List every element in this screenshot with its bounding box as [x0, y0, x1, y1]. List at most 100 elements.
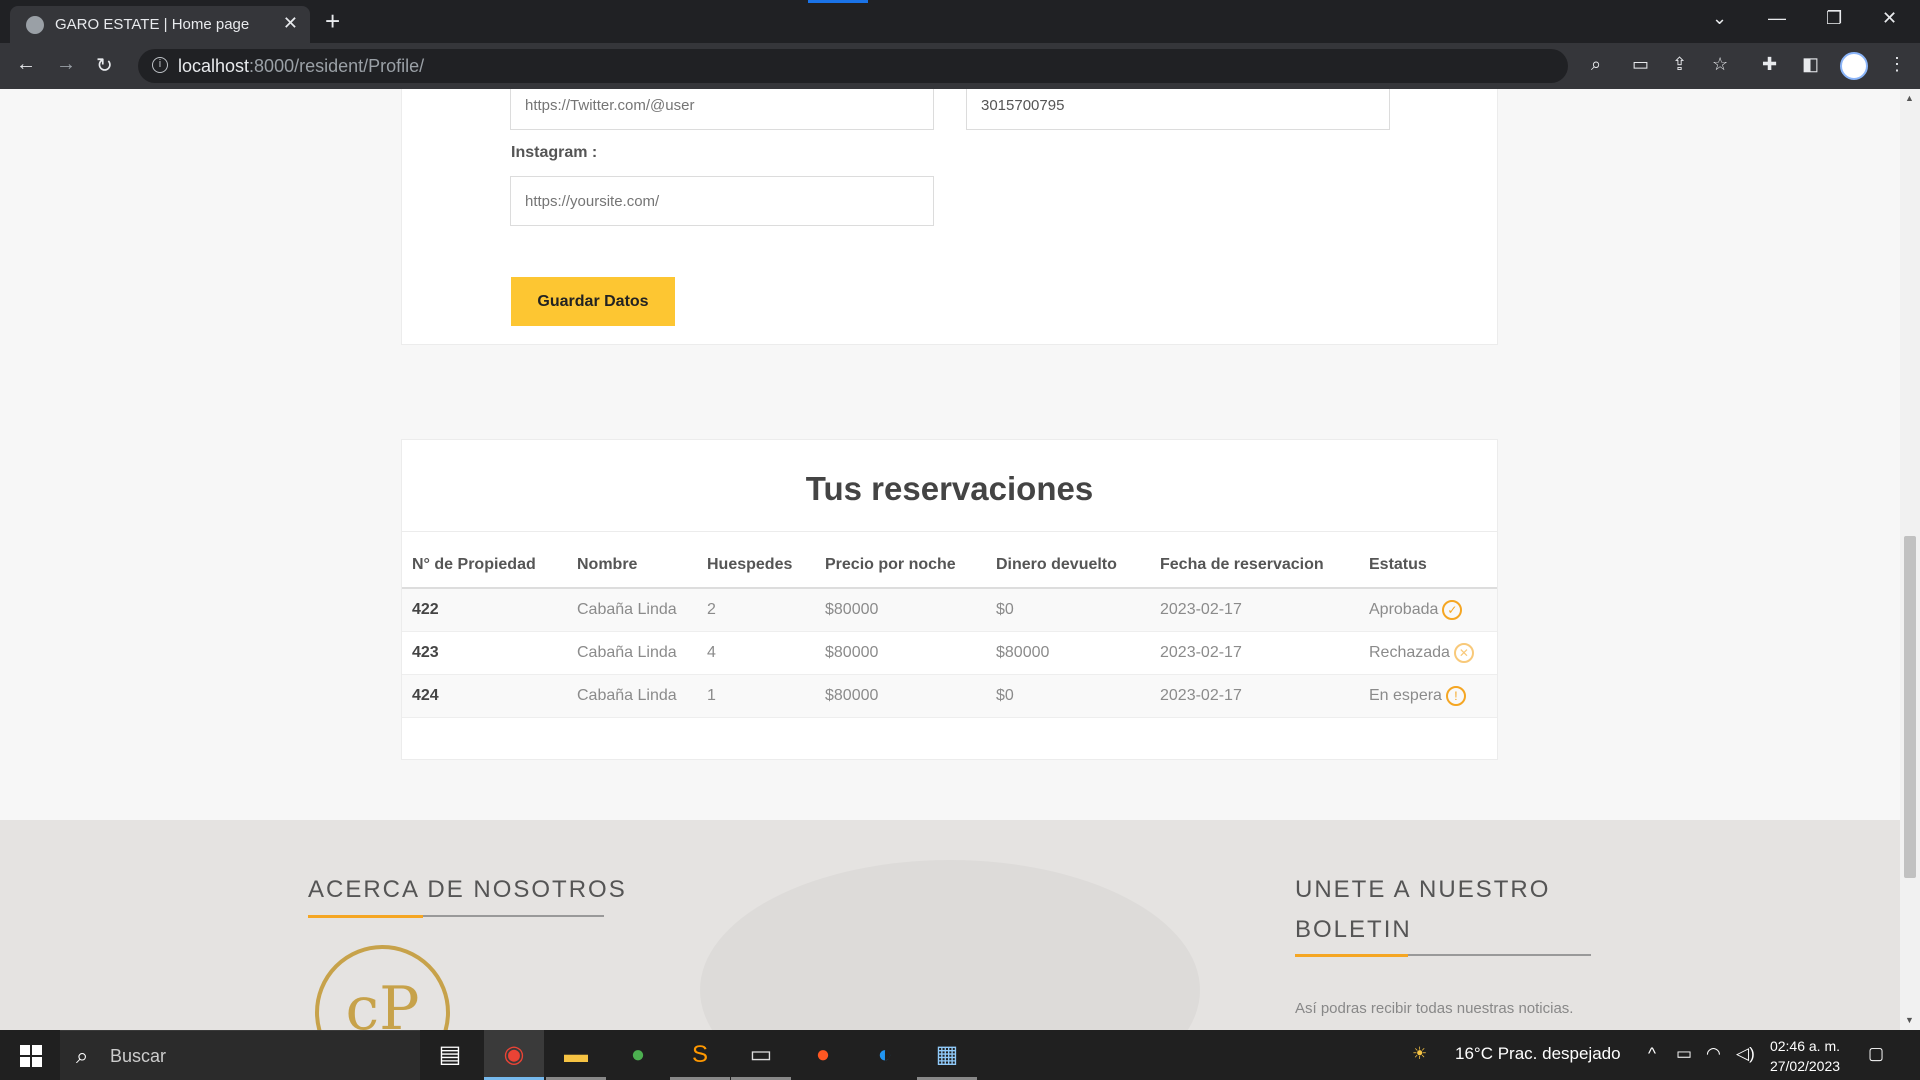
browser-tab-bar: GARO ESTATE | Home page ✕ + ⌄ — ❐ ✕ [0, 0, 1920, 43]
url-text[interactable]: localhost:8000/resident/Profile/ [178, 56, 424, 77]
cell-name: Cabaña Linda [567, 631, 697, 675]
tab-search-indicator [808, 0, 868, 3]
bookmark-star-icon[interactable]: ☆ [1712, 54, 1728, 75]
globe-icon [26, 16, 44, 34]
status-text: Rechazada [1369, 643, 1450, 661]
footer: ACERCA DE NOSOTROS cP UNETE A NUESTRO BOL… [0, 820, 1900, 1030]
cell-name: Cabaña Linda [567, 674, 697, 718]
twitter-input[interactable] [510, 89, 934, 130]
cell-date: 2023-02-17 [1150, 674, 1359, 718]
share-icon[interactable]: ⇪ [1672, 54, 1687, 75]
edge-icon[interactable]: ◐ [855, 1030, 915, 1080]
calculator-icon[interactable]: ▦ [917, 1030, 977, 1080]
col-date: Fecha de reservacion [1150, 556, 1359, 589]
search-icon: ⌕ [76, 1043, 89, 1068]
cell-refund: $80000 [986, 631, 1150, 675]
taskbar-clock[interactable]: 02:46 a. m. 27/02/2023 [1760, 1036, 1850, 1076]
zoom-icon[interactable]: ⌕ [1591, 54, 1601, 75]
cell-guests: 2 [697, 588, 815, 632]
card-icon[interactable]: ▭ [1632, 54, 1649, 75]
cell-status: Rechazada ✕ [1359, 631, 1497, 675]
wifi-icon[interactable]: ◠ [1706, 1044, 1721, 1064]
col-name: Nombre [567, 556, 697, 589]
windows-start-icon[interactable] [20, 1045, 42, 1067]
heidisql-icon[interactable]: ● [608, 1030, 668, 1080]
terminal-icon[interactable]: ▭ [731, 1030, 791, 1080]
menu-kebab-icon[interactable]: ⋮ [1888, 54, 1906, 75]
chrome-icon[interactable]: ◉ [484, 1030, 544, 1080]
x-circle-icon: ✕ [1453, 642, 1474, 663]
reservations-card: Tus reservaciones N° de Propiedad Nombre… [401, 439, 1498, 760]
newsletter-divider [1295, 954, 1591, 957]
notifications-icon[interactable]: ▢ [1868, 1044, 1884, 1064]
page-scrollbar[interactable]: ▲ ▼ [1900, 89, 1920, 1030]
address-bar[interactable]: i localhost:8000/resident/Profile/ [138, 49, 1568, 83]
browser-tab[interactable]: GARO ESTATE | Home page ✕ [10, 6, 310, 43]
about-title: ACERCA DE NOSOTROS [308, 876, 627, 903]
cell-refund: $0 [986, 674, 1150, 718]
tab-search-chevron-icon[interactable]: ⌄ [1712, 8, 1727, 29]
status-text: En espera [1369, 686, 1442, 704]
cell-guests: 1 [697, 674, 815, 718]
reservations-table: N° de Propiedad Nombre Huespedes Precio … [402, 556, 1497, 718]
status-text: Aprobada [1369, 600, 1439, 618]
file-explorer-icon[interactable]: ▬ [546, 1030, 606, 1080]
taskbar-search-text: Buscar [110, 1046, 167, 1066]
save-button[interactable]: Guardar Datos [511, 277, 675, 326]
page-viewport: Instagram : Guardar Datos Tus reservacio… [0, 89, 1900, 1030]
site-info-icon[interactable]: i [152, 57, 168, 73]
scroll-down-arrow-icon[interactable]: ▼ [1905, 1015, 1914, 1025]
instagram-input[interactable] [510, 176, 934, 226]
cell-date: 2023-02-17 [1150, 588, 1359, 632]
forward-icon[interactable]: → [56, 53, 76, 76]
cell-price: $80000 [815, 674, 986, 718]
reservations-title: Tus reservaciones [402, 440, 1497, 532]
close-tab-icon[interactable]: ✕ [283, 13, 298, 34]
table-row: 424 Cabaña Linda 1 $80000 $0 2023-02-17 … [402, 674, 1497, 718]
scrollbar-thumb[interactable] [1904, 536, 1916, 878]
extensions-icon[interactable]: ✚ [1762, 54, 1777, 75]
col-price: Precio por noche [815, 556, 986, 589]
reload-icon[interactable]: ↻ [96, 53, 113, 78]
battery-icon[interactable]: ▭ [1676, 1044, 1692, 1064]
cell-id: 424 [402, 674, 567, 718]
profile-avatar[interactable] [1840, 52, 1868, 80]
cell-refund: $0 [986, 588, 1150, 632]
cell-status: Aprobada ✓ [1359, 588, 1497, 632]
cell-id: 422 [402, 588, 567, 632]
postman-icon[interactable]: ● [793, 1030, 853, 1080]
restore-icon[interactable]: ❐ [1826, 8, 1842, 29]
show-hidden-icons-icon[interactable]: ^ [1648, 1044, 1656, 1064]
company-logo: cP [315, 945, 450, 1030]
clock-icon: ! [1445, 685, 1466, 706]
table-row: 423 Cabaña Linda 4 $80000 $80000 2023-02… [402, 631, 1497, 675]
phone-input[interactable] [966, 89, 1390, 130]
sublime-text-icon[interactable]: S [670, 1030, 730, 1080]
col-guests: Huespedes [697, 556, 815, 589]
check-circle-icon: ✓ [1442, 599, 1463, 620]
weather-text[interactable]: 16°C Prac. despejado [1455, 1044, 1621, 1064]
col-refund: Dinero devuelto [986, 556, 1150, 589]
scroll-up-arrow-icon[interactable]: ▲ [1905, 93, 1914, 103]
profile-form-card: Instagram : Guardar Datos [401, 89, 1498, 345]
minimize-icon[interactable]: — [1768, 8, 1786, 29]
cell-name: Cabaña Linda [567, 588, 697, 632]
footer-map-background [700, 860, 1200, 1030]
cell-id: 423 [402, 631, 567, 675]
side-panel-icon[interactable]: ◧ [1802, 54, 1819, 75]
close-window-icon[interactable]: ✕ [1882, 8, 1897, 29]
cell-price: $80000 [815, 588, 986, 632]
newsletter-text: Así podras recibir todas nuestras notici… [1295, 1000, 1574, 1017]
volume-icon[interactable]: ◁) [1736, 1044, 1755, 1064]
taskbar-search[interactable]: ⌕ Buscar [60, 1030, 420, 1080]
cell-guests: 4 [697, 631, 815, 675]
new-tab-icon[interactable]: + [325, 6, 340, 37]
task-view-icon[interactable]: ▤ [420, 1030, 480, 1080]
windows-taskbar: ⌕ Buscar ▤ ◉ ▬ ● S ▭ ● ◐ ▦ ☀ 16°C Prac. … [0, 1030, 1920, 1080]
back-icon[interactable]: ← [16, 53, 36, 76]
about-divider [308, 915, 604, 918]
cell-date: 2023-02-17 [1150, 631, 1359, 675]
newsletter-title: UNETE A NUESTRO BOLETIN [1295, 876, 1551, 943]
instagram-label: Instagram : [511, 144, 598, 161]
col-property-number: N° de Propiedad [402, 556, 567, 589]
